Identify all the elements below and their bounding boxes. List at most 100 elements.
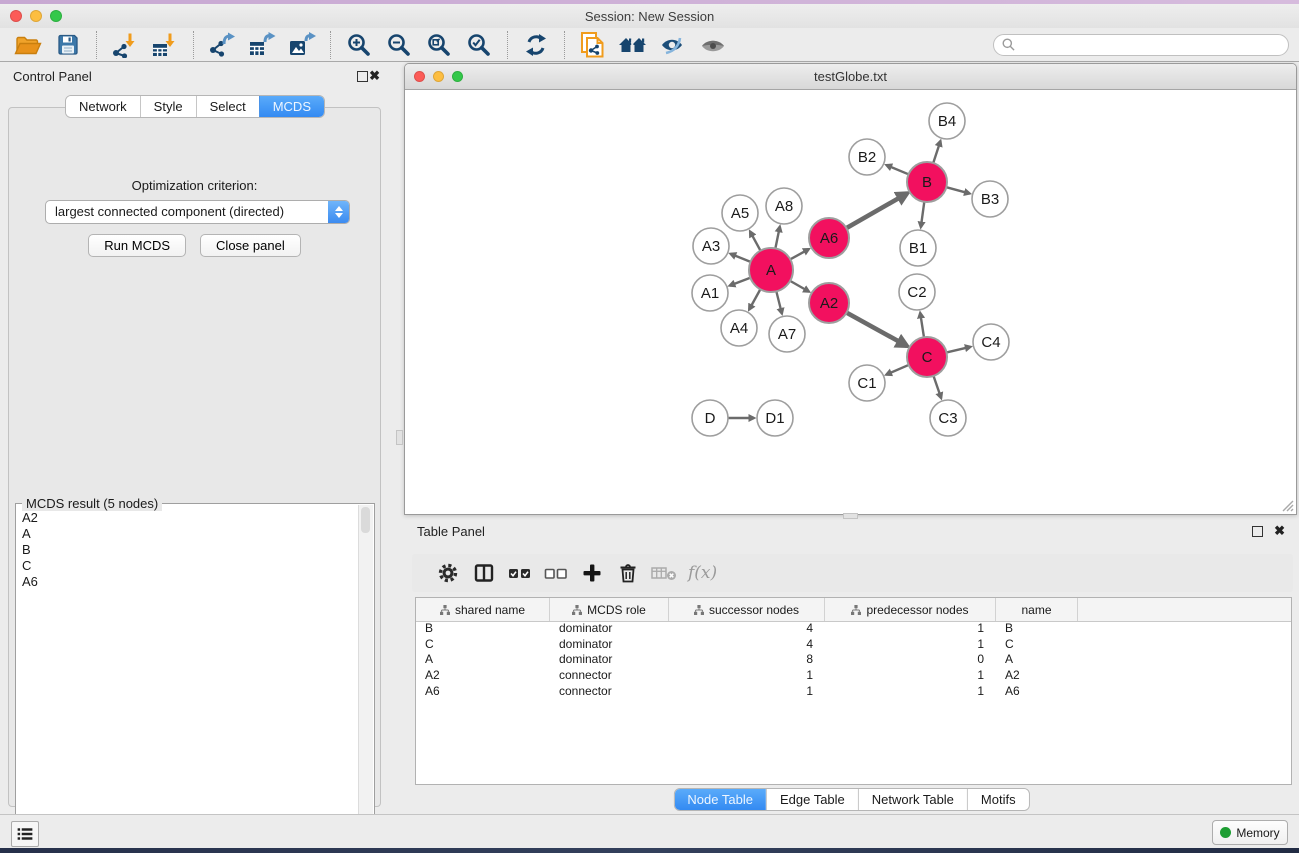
float-panel-icon[interactable] (357, 71, 368, 82)
table-cell[interactable]: A (996, 652, 1078, 668)
node-A3[interactable]: A3 (693, 228, 729, 264)
table-row[interactable]: Cdominator41C (416, 637, 1291, 653)
tab-edge-table[interactable]: Edge Table (766, 789, 858, 810)
column-header-successor-nodes[interactable]: successor nodes (669, 598, 825, 621)
add-row-icon[interactable] (577, 558, 607, 588)
node-C4[interactable]: C4 (973, 324, 1009, 360)
result-list-item[interactable]: A2 (18, 510, 358, 526)
table-row[interactable]: A6connector11A6 (416, 684, 1291, 700)
resize-grip-icon[interactable] (1280, 498, 1294, 512)
column-header-shared-name[interactable]: shared name (416, 598, 550, 621)
table-row[interactable]: Adominator80A (416, 652, 1291, 668)
edge-A-A2[interactable] (789, 280, 809, 291)
edge-A-A6[interactable] (789, 249, 808, 260)
import-table-icon[interactable] (148, 30, 182, 60)
table-cell[interactable]: 1 (825, 637, 996, 653)
tab-network[interactable]: Network (66, 96, 140, 117)
column-header-name[interactable]: name (996, 598, 1078, 621)
table-cell[interactable]: dominator (550, 637, 669, 653)
edge-C-C2[interactable] (920, 313, 924, 338)
table-cell[interactable]: C (996, 637, 1078, 653)
edge-B-B3[interactable] (945, 187, 969, 194)
table-cell[interactable]: C (416, 637, 550, 653)
hide-view-icon[interactable] (656, 30, 690, 60)
node-A[interactable]: A (749, 248, 793, 292)
edge-A-A7[interactable] (776, 290, 782, 313)
table-cell[interactable]: A6 (996, 684, 1078, 700)
table-cell[interactable]: 1 (669, 684, 825, 700)
zoom-in-icon[interactable] (342, 30, 376, 60)
float-panel-icon[interactable] (1252, 526, 1263, 537)
export-table-icon[interactable] (245, 30, 279, 60)
table-cell[interactable]: connector (550, 684, 669, 700)
export-image-icon[interactable] (285, 30, 319, 60)
node-A5[interactable]: A5 (722, 195, 758, 231)
edge-A-A3[interactable] (730, 254, 751, 262)
edge-B-B1[interactable] (921, 201, 925, 227)
zoom-fit-icon[interactable] (422, 30, 456, 60)
delete-table-icon[interactable] (649, 558, 679, 588)
network-canvas[interactable]: AA1A2A3A4A5A6A7A8BB1B2B3B4CC1C2C3C4DD1 (405, 90, 1296, 514)
node-table[interactable]: shared nameMCDS rolesuccessor nodesprede… (415, 597, 1292, 785)
zoom-selected-icon[interactable] (462, 30, 496, 60)
table-cell[interactable]: 8 (669, 652, 825, 668)
home-icon[interactable] (616, 30, 650, 60)
node-A6[interactable]: A6 (809, 218, 849, 258)
search-input[interactable] (1020, 37, 1280, 53)
table-cell[interactable]: B (996, 621, 1078, 637)
search-field[interactable] (993, 34, 1289, 56)
settings-gear-icon[interactable] (433, 558, 463, 588)
table-cell[interactable]: A2 (996, 668, 1078, 684)
tab-select[interactable]: Select (196, 96, 259, 117)
node-B3[interactable]: B3 (972, 181, 1008, 217)
node-A2[interactable]: A2 (809, 283, 849, 323)
open-file-icon[interactable] (11, 30, 45, 60)
edge-A6-B[interactable] (845, 193, 907, 228)
result-list-item[interactable]: B (18, 542, 358, 558)
result-list-item[interactable]: A (18, 526, 358, 542)
splitpane-divider-handle[interactable] (396, 430, 403, 445)
table-cell[interactable]: 1 (669, 668, 825, 684)
table-row[interactable]: A2connector11A2 (416, 668, 1291, 684)
run-mcds-button[interactable]: Run MCDS (88, 234, 186, 257)
node-C3[interactable]: C3 (930, 400, 966, 436)
node-B4[interactable]: B4 (929, 103, 965, 139)
tab-motifs[interactable]: Motifs (967, 789, 1029, 810)
table-cell[interactable]: dominator (550, 652, 669, 668)
node-D1[interactable]: D1 (757, 400, 793, 436)
table-cell[interactable]: 4 (669, 621, 825, 637)
column-header-mcds-role[interactable]: MCDS role (550, 598, 669, 621)
node-C2[interactable]: C2 (899, 274, 935, 310)
close-panel-icon[interactable]: ✖ (1274, 526, 1285, 536)
node-C1[interactable]: C1 (849, 365, 885, 401)
close-panel-button[interactable]: Close panel (200, 234, 301, 257)
show-columns-icon[interactable] (469, 558, 499, 588)
task-history-button[interactable] (11, 821, 39, 847)
table-cell[interactable]: A (416, 652, 550, 668)
node-D[interactable]: D (692, 400, 728, 436)
edge-A-A4[interactable] (749, 288, 761, 309)
node-B1[interactable]: B1 (900, 230, 936, 266)
table-cell[interactable]: 1 (825, 668, 996, 684)
edge-A-A8[interactable] (775, 227, 780, 250)
tab-node-table[interactable]: Node Table (674, 789, 766, 810)
result-scrollbar[interactable] (358, 505, 373, 843)
table-row[interactable]: Bdominator41B (416, 621, 1291, 637)
node-A1[interactable]: A1 (692, 275, 728, 311)
function-builder-icon[interactable]: f(x) (688, 563, 717, 583)
edge-A-A5[interactable] (750, 231, 761, 251)
edge-B-B4[interactable] (933, 141, 941, 164)
zoom-out-icon[interactable] (382, 30, 416, 60)
deselect-all-rows-icon[interactable] (541, 558, 571, 588)
refresh-icon[interactable] (519, 30, 553, 60)
edge-B-B2[interactable] (886, 165, 909, 175)
edge-C-C4[interactable] (945, 347, 970, 353)
show-view-icon[interactable] (696, 30, 730, 60)
tab-mcds[interactable]: MCDS (259, 96, 324, 117)
duplicate-network-icon[interactable] (576, 30, 610, 60)
tab-style[interactable]: Style (140, 96, 196, 117)
column-header-predecessor-nodes[interactable]: predecessor nodes (825, 598, 996, 621)
table-cell[interactable]: B (416, 621, 550, 637)
table-cell[interactable]: A6 (416, 684, 550, 700)
edge-A2-C[interactable] (846, 312, 907, 346)
